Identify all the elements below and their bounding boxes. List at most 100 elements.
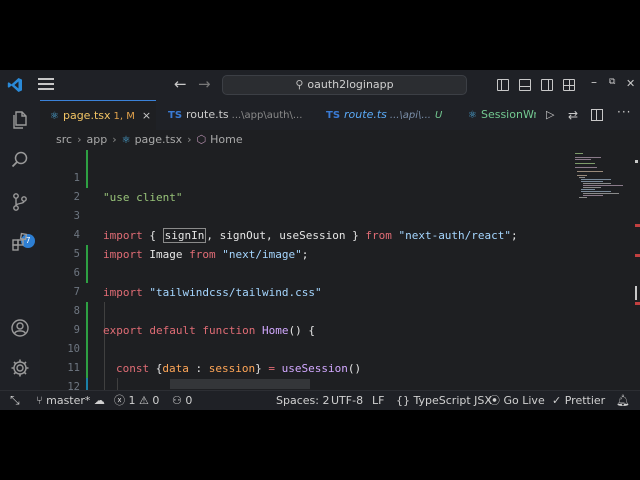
tab-label: route.ts (186, 108, 229, 121)
code-line: 8 export default function Home() { (40, 283, 570, 337)
error-count: 1 (128, 394, 136, 407)
code-line: 12 if(session){ (40, 359, 570, 390)
notifications-bell-icon[interactable]: 🔔︎ (616, 391, 630, 410)
source-control-icon[interactable] (10, 192, 30, 212)
prettier-status[interactable]: ✓ Prettier (552, 391, 605, 410)
git-branch-status[interactable]: ⑂ master* ☁ (36, 391, 105, 410)
tab-description: ...\api\... (389, 110, 431, 121)
breadcrumb-item-app[interactable]: app (86, 133, 107, 146)
tab-route-ts-api[interactable]: TS route.ts ...\api\... U (314, 100, 456, 130)
breadcrumb: src › app › ⚛ page.tsx › ⬡ Home (40, 130, 640, 150)
tab-label: SessionWra (480, 108, 536, 121)
code-line: 5 (40, 226, 570, 260)
chevron-right-icon: › (112, 133, 117, 146)
tab-route-ts-auth[interactable]: TS route.ts ...\app\auth\... (156, 100, 306, 130)
code-line: 1 "use client" (40, 150, 570, 204)
search-sidebar-icon[interactable] (10, 150, 30, 170)
tab-status: 1, M (113, 111, 135, 122)
code-line: 4 import Image from "next/image"; (40, 207, 570, 261)
broadcast-icon: ⦿ (489, 394, 504, 407)
activity-bar: 7 (0, 100, 40, 390)
braces-icon: {} (396, 394, 414, 407)
remote-indicator-icon[interactable]: ⤡ (10, 391, 20, 410)
status-bar: ⤡ ⑂ master* ☁ ⓧ 1 ⚠ 0 ⚇ 0 Spaces: 2 UTF-… (0, 390, 640, 410)
editor-tab-bar: ⚛ page.tsx 1, M × TS route.ts ...\app\auth\..… (40, 100, 640, 130)
breadcrumb-item-file[interactable]: page.tsx (135, 133, 183, 146)
settings-gear-icon[interactable] (10, 358, 30, 378)
tab-label: page.tsx (62, 109, 111, 122)
close-tab-icon[interactable]: × (142, 109, 151, 122)
forward-arrow-icon[interactable]: → (198, 75, 211, 93)
prettier-label: Prettier (564, 394, 606, 407)
toggle-secondary-sidebar-icon[interactable] (541, 79, 553, 91)
horizontal-scrollbar[interactable] (170, 379, 310, 389)
open-changes-icon[interactable]: ⇄ (568, 108, 578, 122)
code-line: 7 (40, 264, 570, 298)
scroll-marker (635, 160, 638, 163)
ports-icon: ⚇ (172, 394, 186, 407)
vscode-logo-icon (7, 78, 22, 92)
error-marker (635, 302, 640, 305)
accounts-icon[interactable] (10, 318, 30, 338)
ports-status[interactable]: ⚇ 0 (172, 391, 192, 410)
run-icon[interactable]: ▷ (546, 108, 554, 121)
back-arrow-icon[interactable]: ← (174, 75, 187, 93)
code-line: 6 import "tailwindcss/tailwind.css" (40, 245, 570, 299)
warning-count: 0 (152, 394, 160, 407)
toggle-panel-icon[interactable] (519, 79, 531, 91)
react-file-icon: ⚛ (50, 111, 59, 122)
tab-page-tsx[interactable]: ⚛ page.tsx 1, M × (40, 100, 156, 130)
go-live-status[interactable]: ⦿ Go Live (489, 391, 545, 410)
minimize-icon[interactable]: – (591, 75, 597, 89)
vertical-scrollbar[interactable] (630, 150, 640, 390)
toggle-primary-sidebar-icon[interactable] (497, 79, 509, 91)
code-line: 10 const {data : session} = useSession() (40, 321, 570, 375)
extensions-icon[interactable] (10, 232, 30, 252)
breadcrumb-item-symbol[interactable]: Home (210, 133, 242, 146)
breadcrumb-item-src[interactable]: src (56, 133, 72, 146)
symbol-function-icon: ⬡ (196, 133, 207, 146)
error-marker (635, 224, 640, 227)
close-window-icon[interactable]: ✕ (626, 77, 635, 90)
typescript-file-icon: TS (168, 110, 183, 121)
react-file-icon: ⚛ (468, 110, 477, 121)
language-mode-status[interactable]: {} TypeScript JSX (396, 391, 492, 410)
ports-count: 0 (185, 394, 193, 407)
code-line: 2 (40, 169, 570, 203)
tab-session-wrapper[interactable]: ⚛SessionWra (456, 100, 536, 130)
explorer-icon[interactable] (10, 110, 30, 130)
scroll-marker (635, 286, 637, 300)
search-icon: ⚲ (295, 78, 304, 91)
title-bar: ← → ⚲ oauth2loginapp – ⧉ ✕ (0, 70, 640, 100)
check-icon: ✓ (552, 394, 565, 407)
sync-icon: ☁ (90, 394, 105, 407)
customize-layout-icon[interactable] (563, 79, 575, 91)
encoding-status[interactable]: UTF-8 (331, 391, 363, 410)
tab-status: U (434, 110, 443, 121)
warning-icon: ⚠ (135, 394, 153, 407)
restore-icon[interactable]: ⧉ (609, 77, 615, 87)
tab-label: route.ts (344, 108, 387, 121)
more-actions-icon[interactable]: ··· (617, 105, 631, 119)
command-center-search[interactable]: ⚲ oauth2loginapp (222, 75, 467, 95)
problems-status[interactable]: ⓧ 1 ⚠ 0 (114, 391, 159, 410)
error-marker (635, 254, 640, 257)
typescript-file-icon: TS (326, 110, 341, 121)
tab-description: ...\app\auth\... (231, 110, 303, 121)
vscode-window: ← → ⚲ oauth2loginapp – ⧉ ✕ 7 ⚛ page.tsx … (0, 70, 640, 410)
error-icon: ⓧ (114, 394, 129, 407)
split-editor-icon[interactable] (591, 109, 603, 121)
code-editor[interactable]: 1 "use client" 2 3 import { signIn, sign… (40, 150, 570, 390)
chevron-right-icon: › (77, 133, 82, 146)
indentation-status[interactable]: Spaces: 2 (276, 391, 329, 410)
branch-label: master* (46, 394, 91, 407)
hamburger-menu-icon[interactable] (38, 78, 54, 92)
minimap[interactable] (572, 150, 630, 390)
react-file-icon: ⚛ (121, 135, 131, 146)
code-line: 3 import { signIn, signOut, useSession }… (40, 188, 570, 243)
chevron-right-icon: › (187, 133, 192, 146)
go-live-label: Go Live (503, 394, 545, 407)
eol-status[interactable]: LF (372, 391, 384, 410)
code-line: 11 (40, 340, 570, 374)
branch-icon: ⑂ (36, 394, 47, 407)
